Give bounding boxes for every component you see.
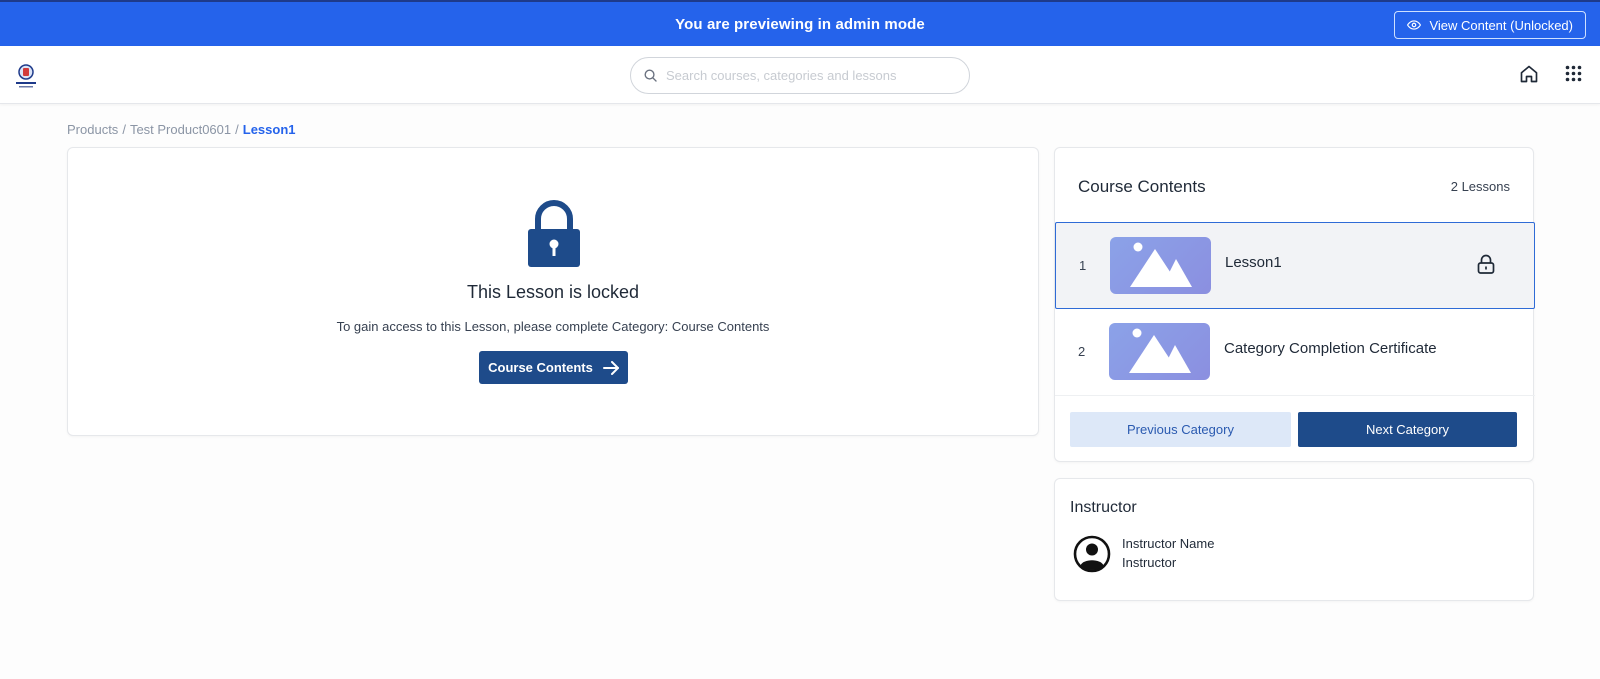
lesson-number: 1 xyxy=(1079,258,1087,273)
previous-category-button[interactable]: Previous Category xyxy=(1070,412,1291,447)
search-bar[interactable] xyxy=(630,57,970,94)
lesson-title: Lesson1 xyxy=(1225,254,1282,271)
course-contents-title: Course Contents xyxy=(1078,177,1206,196)
eye-icon xyxy=(1407,20,1422,30)
course-contents-button-label: Course Contents xyxy=(488,360,593,375)
padlock-icon xyxy=(528,200,580,267)
lesson-thumbnail xyxy=(1110,237,1211,294)
locked-title: This Lesson is locked xyxy=(466,282,640,302)
breadcrumb: Products / Test Product0601 / Lesson1 xyxy=(67,122,296,137)
instructor-heading: Instructor xyxy=(1070,499,1137,516)
home-icon[interactable] xyxy=(1519,64,1539,84)
brand-logo[interactable] xyxy=(14,62,38,90)
next-category-button[interactable]: Next Category xyxy=(1298,412,1517,447)
lesson-number: 2 xyxy=(1078,344,1086,359)
lesson-item[interactable]: 2 Category Completion Certificate xyxy=(1055,309,1535,396)
breadcrumb-separator: / xyxy=(235,122,239,137)
course-contents-panel: Course Contents 2 Lessons 1 Lesson1 2 Ca… xyxy=(1054,147,1535,462)
instructor-role: Instructor xyxy=(1122,555,1177,570)
search-icon xyxy=(644,69,657,82)
breadcrumb-products[interactable]: Products xyxy=(67,122,118,137)
lessons-count: 2 Lessons xyxy=(1450,179,1510,194)
image-placeholder-icon xyxy=(1129,328,1191,373)
admin-preview-banner: You are previewing in admin mode View Co… xyxy=(0,0,1600,46)
search-input[interactable] xyxy=(666,68,956,83)
lesson-thumbnail xyxy=(1109,323,1210,380)
admin-banner-message: You are previewing in admin mode xyxy=(675,15,925,33)
locked-lesson-card: This Lesson is locked To gain access to … xyxy=(67,147,1039,436)
breadcrumb-product[interactable]: Test Product0601 xyxy=(130,122,231,137)
view-content-label: View Content (Unlocked) xyxy=(1429,17,1573,33)
view-content-unlocked-button[interactable]: View Content (Unlocked) xyxy=(1394,11,1586,39)
breadcrumb-separator: / xyxy=(122,122,126,137)
course-contents-button[interactable]: Course Contents xyxy=(479,351,628,384)
top-header xyxy=(0,46,1600,104)
arrow-right-icon xyxy=(602,360,619,375)
apps-grid-icon[interactable] xyxy=(1565,65,1582,82)
avatar-icon xyxy=(1073,535,1111,573)
locked-description: To gain access to this Lesson, please co… xyxy=(336,319,770,334)
breadcrumb-current: Lesson1 xyxy=(242,122,296,137)
instructor-card: Instructor Instructor Name Instructor xyxy=(1054,478,1534,601)
image-placeholder-icon xyxy=(1130,242,1192,287)
lock-icon xyxy=(1477,254,1495,274)
lesson-title: Category Completion Certificate xyxy=(1224,340,1437,357)
lesson-item[interactable]: 1 Lesson1 xyxy=(1055,222,1535,309)
instructor-name: Instructor Name xyxy=(1122,536,1215,551)
